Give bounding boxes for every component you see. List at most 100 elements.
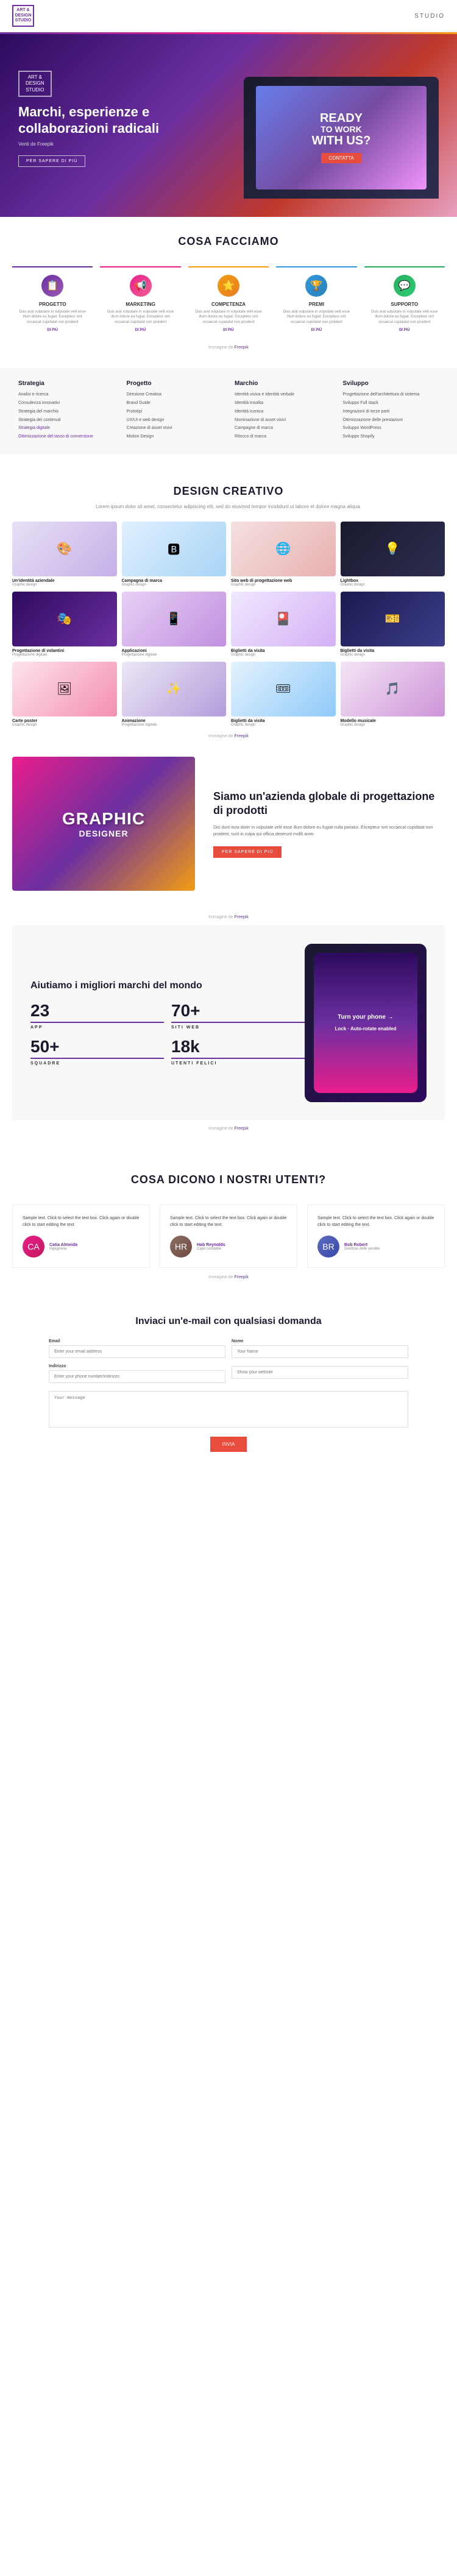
design-card-8: 🖼 Carte poster Graphic design [12, 662, 117, 727]
phone-screen: Turn your phone → Lock · Auto-rotate ena… [314, 953, 417, 1093]
design-card-sub-4: Progettazione digitale [12, 653, 117, 657]
badge-line3: STUDIO [26, 87, 44, 93]
hero-cta-button[interactable]: PER SAPERE DI PIÙ [18, 155, 85, 167]
stat-sitiweb-label: SITI WEB [171, 1022, 305, 1030]
marketing-link[interactable]: DI PIÙ [135, 328, 146, 332]
design-img-4: 🎭 [12, 592, 117, 646]
list-item: Campagne di marca [235, 425, 331, 431]
design-creativo-title: DESIGN CREATIVO [12, 467, 445, 504]
message-textarea[interactable] [49, 1391, 408, 1428]
list-item: Direzione Creativa [127, 392, 223, 398]
stat-squadre: 50+ SQUADRE [30, 1037, 164, 1066]
phone-content: Turn your phone → Lock · Auto-rotate ena… [335, 1013, 396, 1032]
stat-app-number: 23 [30, 1001, 164, 1021]
design-card-sub-3: Graphic design [341, 583, 445, 587]
design-card-title-8: Carte poster [12, 719, 117, 723]
website-input[interactable] [232, 1366, 408, 1379]
list-item: Identità Insolita [235, 400, 331, 406]
testimonials-immagine-link[interactable]: Freepik [235, 1275, 249, 1279]
hero-text: ART & DESIGN STUDIO Marchi, esperienze e… [18, 58, 189, 167]
design-card-2: 🌐 Sito web di progettazione web Graphic … [231, 522, 336, 587]
sviluppo-title: Sviluppo [343, 380, 439, 387]
marketing-title: MARKETING [126, 302, 155, 307]
stats-section: Aiutiamo i migliori marchi del mondo 23 … [0, 925, 457, 1137]
list-item: UX/UI e web design [127, 417, 223, 423]
design-card-title-11: Modello musicale [341, 719, 445, 723]
design-card-sub-11: Graphic design [341, 723, 445, 727]
design-card-10: 🎟 Biglietti da visita Graphic design [231, 662, 336, 727]
list-item: Prototipi [127, 409, 223, 415]
competenza-link[interactable]: DI PIÙ [223, 328, 234, 332]
service-col-sviluppo: Sviluppo Progettazione dell'architettura… [343, 380, 439, 442]
list-item: Consulenza innovativi [18, 400, 115, 406]
stat-utenti: 18k UTENTI FELICI [171, 1037, 305, 1066]
logo-line1: ART & [16, 8, 29, 13]
design-card-7: 🎫 Biglietti da visita Graphic design [341, 592, 445, 657]
design-immagine-link[interactable]: Freepik [235, 734, 249, 738]
global-cta-button[interactable]: PER SAPERE DI PIÙ [213, 846, 282, 858]
design-img-2: 🌐 [231, 522, 336, 576]
premi-link[interactable]: DI PIÙ [311, 328, 322, 332]
supporto-icon: 💬 [394, 275, 416, 297]
marketing-text: Duis arat vulputare in vulputate velit e… [104, 310, 177, 325]
design-img-9: ✨ [122, 662, 227, 717]
list-item: Ottimizzazione delle prestazioni [343, 417, 439, 423]
design-card-title-6: Biglietti da visita [231, 649, 336, 653]
submit-button[interactable]: INVIA [210, 1437, 247, 1452]
stat-app-label: APP [30, 1022, 164, 1030]
test-role-0: Ingegneria [49, 1247, 77, 1251]
progetto-icon: 📋 [41, 275, 63, 297]
test-role-1: Capo contabile [197, 1247, 225, 1251]
cosa-immagine-note: Immagine de Freepik [12, 345, 445, 350]
logo-line3: STUDIO [15, 18, 31, 23]
badge-line1: ART & [28, 74, 42, 80]
marchio-title: Marchio [235, 380, 331, 387]
list-item: Creazione di asset visivi [127, 425, 223, 431]
cosa-card-progetto: 📋 PROGETTO Duis arat vulputare in vulput… [12, 266, 93, 339]
stats-immagine-link[interactable]: Freepik [235, 1127, 249, 1131]
stat-utenti-label: UTENTI FELICI [171, 1058, 305, 1066]
badge-line2: DESIGN [26, 80, 44, 86]
design-img-8: 🖼 [12, 662, 117, 717]
design-card-sub-6: Graphic design [231, 653, 336, 657]
logo-line2: DESIGN [15, 13, 32, 18]
address-input[interactable] [49, 1370, 225, 1383]
design-card-4: 🎭 Progettazione di volantini Progettazio… [12, 592, 117, 657]
design-card-title-3: Lightbox [341, 579, 445, 583]
design-card-sub-2: Graphic design [231, 583, 336, 587]
form-group-email: Email [49, 1339, 225, 1358]
design-card-0: 🎨 Un'identità aziendale Graphic design [12, 522, 117, 587]
hero-section: ART & DESIGN STUDIO Marchi, esperienze e… [0, 34, 457, 217]
progetto-services-title: Progetto [127, 380, 223, 387]
list-item: Analisi e ricerca [18, 392, 115, 398]
design-card-sub-5: Progettazione digitale [122, 653, 227, 657]
design-card-5: 📱 Applicazioni Progettazione digitale [122, 592, 227, 657]
design-card-9: ✨ Animazione Progettazione digitale [122, 662, 227, 727]
list-item: Strategia del marchio [18, 409, 115, 415]
name-input[interactable] [232, 1345, 408, 1358]
testimonials-immagine-note: Immagine de Freepik [12, 1275, 445, 1279]
design-card-sub-9: Progettazione digitale [122, 723, 227, 727]
global-title: Siamo un'azienda globale di progettazion… [213, 790, 445, 818]
email-input[interactable] [49, 1345, 225, 1358]
progetto-link[interactable]: DI PIÙ [47, 328, 58, 332]
stat-app: 23 APP [30, 1001, 164, 1030]
design-img-6: 🎴 [231, 592, 336, 646]
list-item: Progettazione dell'architettura di siste… [343, 392, 439, 398]
service-col-strategia: Strategia Analisi e ricerca Consulenza i… [18, 380, 115, 442]
form-group-address: Indirizzo [49, 1364, 225, 1383]
global-text: Siamo un'azienda globale di progettazion… [213, 790, 445, 858]
global-immagine-note: Immagine de Freepik [0, 915, 457, 925]
laptop-button[interactable]: CONTATTA [321, 153, 361, 163]
test-role-2: Direttore delle vendite [344, 1247, 380, 1251]
design-img-1: 🅱 [122, 522, 227, 576]
design-card-title-9: Animazione [122, 719, 227, 723]
hero-sub: Venti de Freepik [18, 141, 189, 147]
cosa-immagine-link[interactable]: Freepik [235, 345, 249, 350]
design-card-title-7: Biglietti da visita [341, 649, 445, 653]
global-immagine-link[interactable]: Freepik [235, 915, 249, 919]
marketing-icon: 📢 [130, 275, 152, 297]
test-info-2: Bob Robert Direttore delle vendite [344, 1243, 380, 1251]
supporto-link[interactable]: DI PIÙ [399, 328, 410, 332]
test-avatar-2: BR [317, 1236, 339, 1258]
